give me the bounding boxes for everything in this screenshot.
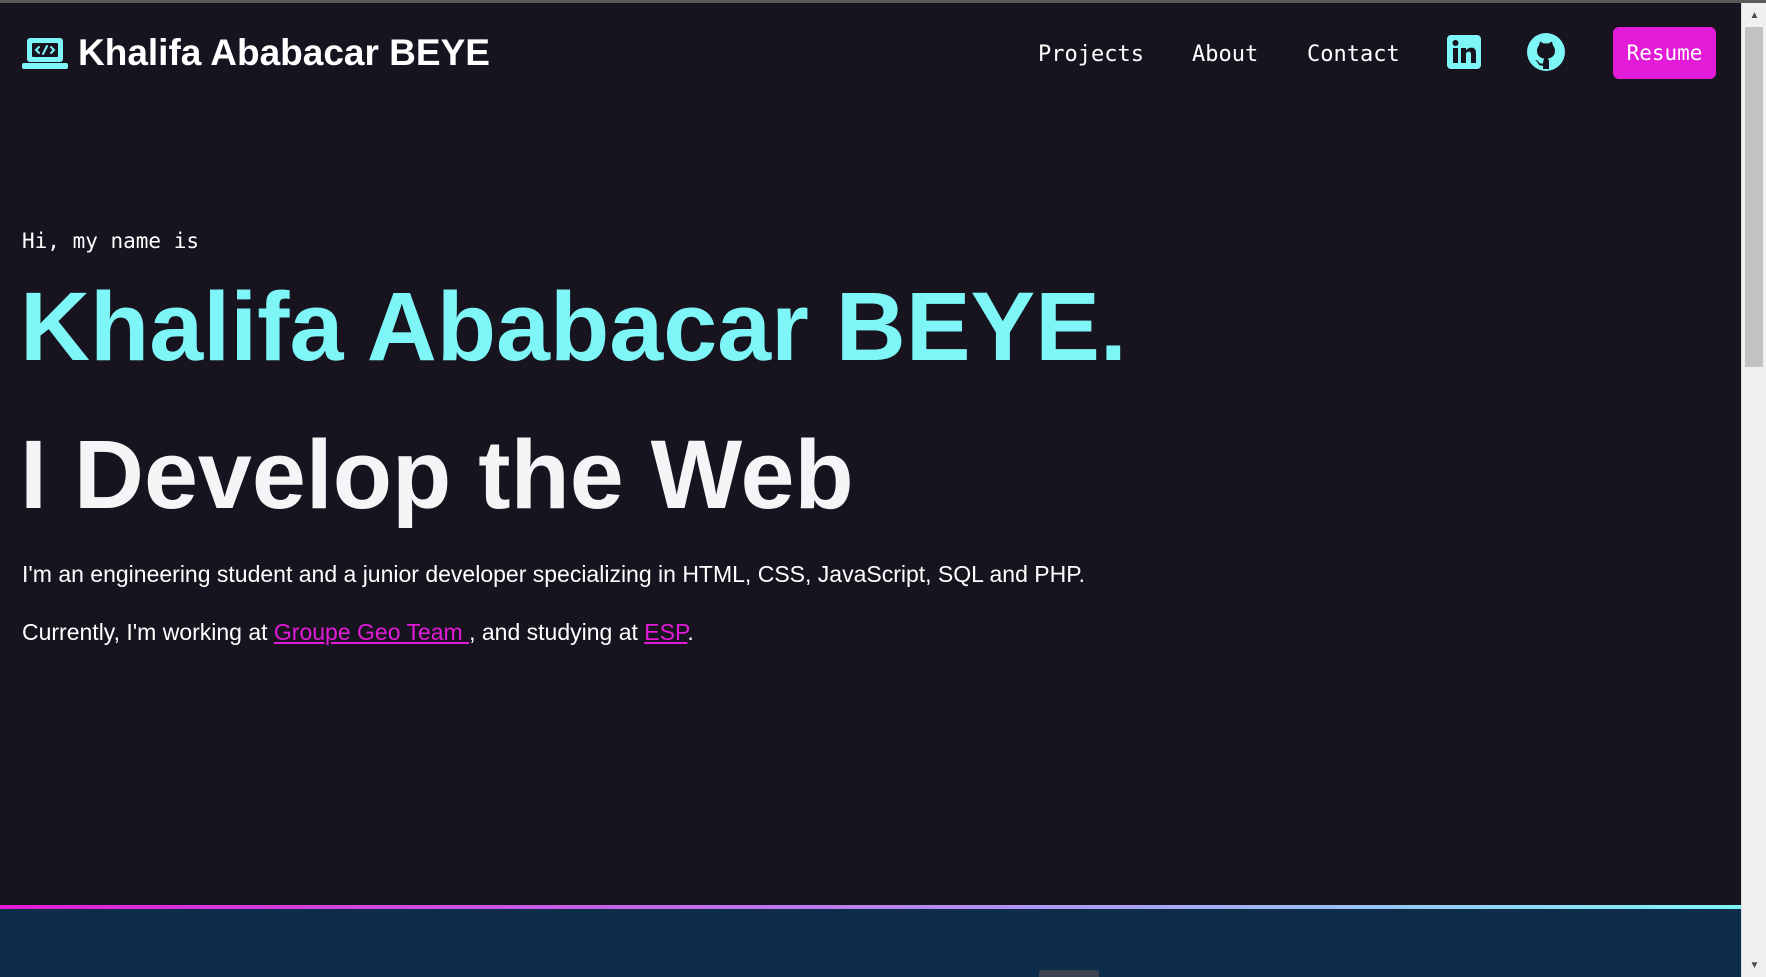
nav-link-about[interactable]: About — [1192, 41, 1258, 69]
current-suffix: . — [687, 619, 694, 645]
greeting-text: Hi, my name is — [22, 229, 200, 253]
nav-link-contact[interactable]: Contact — [1307, 41, 1400, 69]
hero-tagline: I Develop the Web — [20, 420, 854, 529]
company-link[interactable]: Groupe Geo Team — [274, 619, 469, 645]
current-middle: , and studying at — [469, 619, 645, 645]
next-section — [0, 909, 1741, 977]
brand[interactable]: Khalifa Ababacar BEYE — [22, 33, 490, 73]
resume-button[interactable]: Resume — [1613, 27, 1716, 79]
current-status-text: Currently, I'm working at Groupe Geo Tea… — [22, 617, 694, 647]
scroll-thumb[interactable] — [1745, 27, 1763, 367]
vertical-scrollbar[interactable]: ▲ ▼ — [1741, 3, 1766, 977]
page-viewport: Khalifa Ababacar BEYE Projects About Con… — [0, 3, 1741, 977]
linkedin-icon — [1447, 35, 1481, 69]
scroll-down-arrow-icon[interactable]: ▼ — [1742, 955, 1766, 975]
next-section-handle — [1039, 970, 1099, 977]
github-link[interactable] — [1527, 33, 1565, 71]
scroll-up-arrow-icon[interactable]: ▲ — [1742, 5, 1766, 25]
github-icon — [1527, 33, 1565, 71]
school-link[interactable]: ESP — [644, 619, 687, 645]
linkedin-link[interactable] — [1447, 35, 1481, 69]
intro-text: I'm an engineering student and a junior … — [22, 561, 1085, 587]
laptop-code-icon — [22, 38, 68, 69]
nav-link-projects[interactable]: Projects — [1038, 41, 1144, 69]
current-prefix: Currently, I'm working at — [22, 619, 274, 645]
hero-name: Khalifa Ababacar BEYE. — [20, 272, 1127, 381]
brand-name: Khalifa Ababacar BEYE — [78, 32, 490, 73]
